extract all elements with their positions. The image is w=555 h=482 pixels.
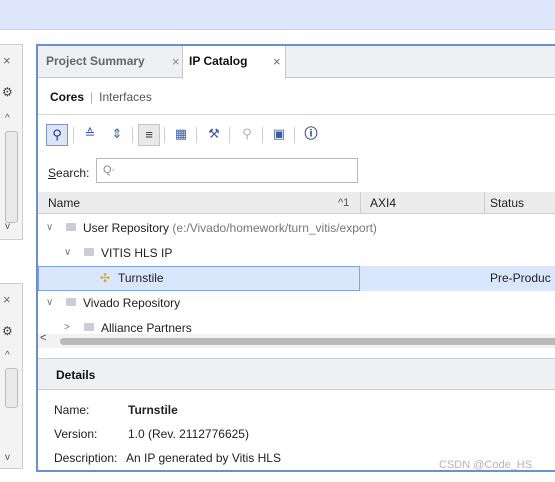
left-panel-upper: × ⚙ ^ v: [0, 44, 23, 240]
chip-icon[interactable]: ▣: [268, 124, 290, 146]
wrench-icon[interactable]: ⚒: [203, 124, 225, 146]
chevron-down-icon[interactable]: ∨: [46, 216, 53, 240]
chevron-down-icon[interactable]: ∨: [46, 291, 53, 315]
editor-tab-bar: Project Summary × IP Catalog ×: [38, 46, 555, 79]
gear-icon[interactable]: ⚙: [2, 85, 13, 99]
watermark: CSDN @Code_HS: [439, 459, 533, 471]
detail-value: Turnstile: [128, 403, 178, 417]
toolbar-separator: [196, 127, 197, 143]
search-icon[interactable]: ⚲: [46, 124, 68, 146]
ip-core-icon: ✣: [100, 271, 111, 285]
scroll-left-arrow[interactable]: <: [40, 332, 46, 344]
vertical-scrollbar[interactable]: [5, 368, 18, 408]
vertical-scrollbar[interactable]: [5, 131, 18, 223]
detail-label: Description:: [54, 451, 118, 465]
close-icon[interactable]: ×: [273, 46, 281, 77]
column-header-axi4[interactable]: AXI4: [370, 192, 396, 214]
folder-icon: [66, 298, 76, 306]
collapse-all-icon[interactable]: ≙: [79, 124, 101, 146]
scroll-up-arrow[interactable]: ^: [5, 350, 10, 361]
scroll-down-arrow[interactable]: v: [5, 452, 10, 463]
scroll-up-arrow[interactable]: ^: [5, 113, 10, 124]
horizontal-scrollbar[interactable]: <: [38, 332, 555, 348]
subtab-separator: |: [90, 90, 94, 104]
tree-label: Vivado Repository: [83, 296, 181, 310]
ip-catalog-panel: Project Summary × IP Catalog × Cores | Int…: [36, 44, 555, 472]
filter-icon[interactable]: ≡: [138, 124, 160, 146]
scroll-down-arrow[interactable]: v: [5, 221, 10, 232]
tab-ip-catalog-label: IP Catalog: [189, 54, 248, 68]
left-panel-lower: × ⚙ ^ v: [0, 283, 23, 469]
expand-icon[interactable]: ⇕: [106, 124, 128, 146]
details-title: Details: [56, 368, 96, 382]
tab-project-summary[interactable]: Project Summary: [46, 46, 145, 78]
tree-row-vivado-repository[interactable]: ∨ Vivado Repository: [38, 291, 555, 316]
hierarchy-icon[interactable]: ▦: [170, 124, 192, 146]
column-header-name[interactable]: Name: [48, 192, 80, 214]
table-header: Name ^1 AXI4 Status: [38, 192, 555, 214]
details-header: Details: [38, 358, 555, 390]
detail-value: An IP generated by Vitis HLS: [126, 451, 281, 465]
search-label: Search:: [48, 166, 90, 180]
divider: [38, 114, 555, 115]
chevron-right-icon[interactable]: >: [64, 316, 70, 332]
column-resizer[interactable]: [484, 192, 485, 214]
tree-row-vitis-hls-ip[interactable]: ∨ VITIS HLS IP: [38, 241, 555, 266]
catalog-subtabs: Cores | Interfaces: [50, 90, 152, 104]
column-resizer[interactable]: [360, 192, 361, 214]
folder-icon: [66, 223, 76, 231]
detail-value: 1.0 (Rev. 2112776625): [128, 427, 249, 441]
detail-label: Version:: [54, 427, 98, 441]
selected-cell: [38, 266, 360, 291]
toolbar-separator: [294, 127, 295, 143]
close-icon[interactable]: ×: [3, 53, 11, 68]
subtab-cores[interactable]: Cores: [50, 90, 84, 104]
tab-ip-catalog[interactable]: IP Catalog ×: [182, 46, 286, 79]
sort-indicator: ^1: [338, 197, 350, 209]
detail-label: Name:: [54, 403, 90, 417]
search-input[interactable]: Q·: [96, 158, 358, 183]
toolbar-separator: [73, 127, 74, 143]
status-cell: Pre-Produc: [490, 271, 551, 285]
tree-label: Turnstile: [118, 271, 164, 285]
scrollbar-thumb[interactable]: [60, 338, 555, 345]
close-icon[interactable]: ×: [3, 292, 11, 307]
info-icon[interactable]: ⓘ: [300, 124, 322, 146]
tree-row-user-repository[interactable]: ∨ User Repository (e:/Vivado/homework/tu…: [38, 216, 555, 241]
tree-label: VITIS HLS IP: [101, 246, 173, 260]
toolbar-separator: [132, 127, 133, 143]
tree-label: User Repository (e:/Vivado/homework/turn…: [83, 221, 377, 235]
toolbar-separator: [164, 127, 165, 143]
gear-icon[interactable]: ⚙: [2, 324, 13, 338]
close-icon[interactable]: ×: [172, 46, 180, 78]
column-header-status[interactable]: Status: [490, 192, 524, 214]
toolbar-separator: [229, 127, 230, 143]
key-icon[interactable]: ⚲: [236, 124, 258, 146]
tree-row-alliance-partners[interactable]: > Alliance Partners: [38, 316, 555, 332]
toolbar-separator: [262, 127, 263, 143]
window-top-band: [0, 0, 555, 30]
tree-label: Alliance Partners: [101, 321, 192, 332]
subtab-interfaces[interactable]: Interfaces: [99, 90, 152, 104]
tree-row-turnstile[interactable]: ✣ Turnstile Pre-Produc: [38, 266, 555, 291]
folder-icon: [84, 323, 94, 331]
chevron-down-icon[interactable]: ∨: [64, 241, 71, 265]
folder-icon: [84, 248, 94, 256]
